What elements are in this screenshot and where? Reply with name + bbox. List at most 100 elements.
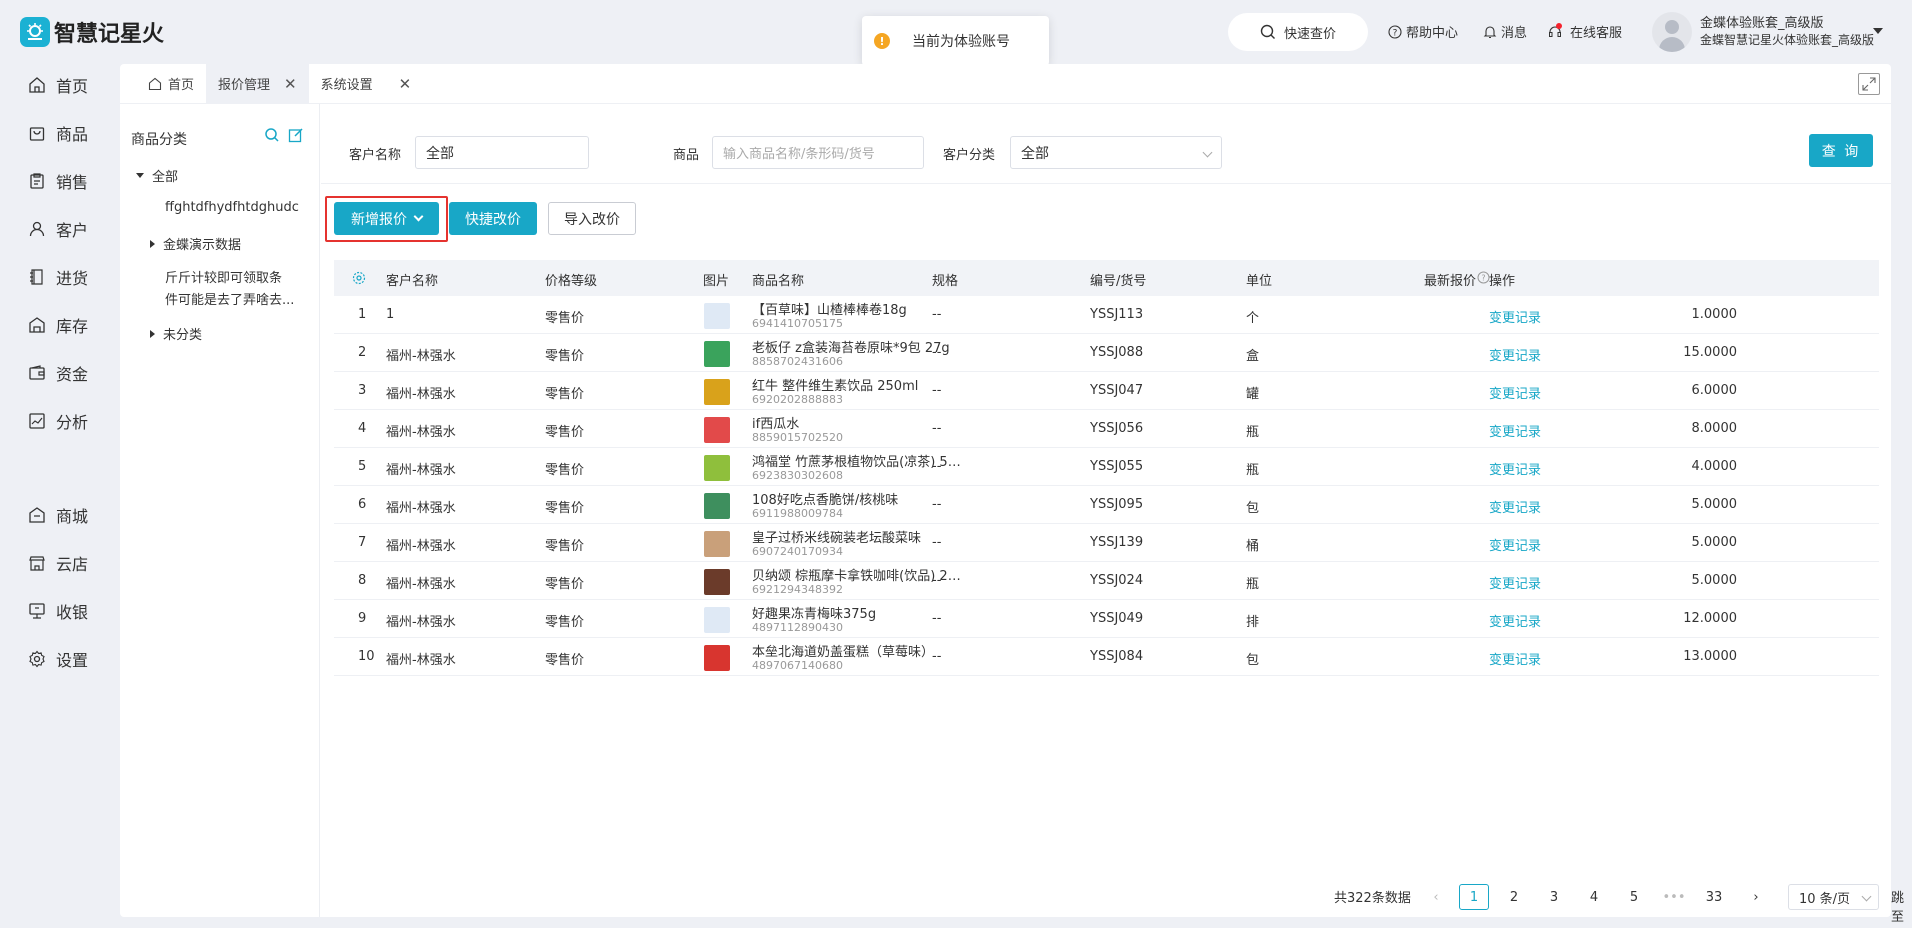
sidebar-item-purchase[interactable]: 进货 xyxy=(28,265,88,289)
sidebar-item-analysis[interactable]: 分析 xyxy=(28,409,88,433)
product-image[interactable] xyxy=(704,303,730,329)
tab-quote-management[interactable]: 报价管理 ✕ xyxy=(206,63,309,104)
change-log-link[interactable]: 变更记录 xyxy=(1489,497,1541,516)
sidebar-item-sales[interactable]: 销售 xyxy=(28,169,88,193)
tree-node[interactable]: 斤斤计较即可领取条 xyxy=(165,267,282,286)
page-5[interactable]: 5 xyxy=(1619,884,1649,910)
product-image[interactable] xyxy=(704,455,730,481)
sidebar-item-cloud-store[interactable]: 云店 xyxy=(28,551,88,575)
help-center-link[interactable]: ? 帮助中心 xyxy=(1388,22,1458,41)
product-image[interactable] xyxy=(704,341,730,367)
column-header: 最新报价 xyxy=(1424,274,1477,289)
tree-node[interactable]: 未分类 xyxy=(150,324,202,343)
product-image[interactable] xyxy=(704,417,730,443)
column-header: 编号/货号 xyxy=(1090,274,1147,289)
close-icon[interactable]: ✕ xyxy=(399,75,412,93)
category-panel: 商品分类 全部 ffghtdfhydfhtdghudc 金蝶演示数据 斤斤计较即… xyxy=(120,104,320,917)
product-image[interactable] xyxy=(704,493,730,519)
caret-right-icon xyxy=(150,239,155,248)
customer-select[interactable]: 全部 xyxy=(415,136,589,169)
customer-category-select[interactable]: 全部 xyxy=(1010,136,1222,169)
sidebar-item-home[interactable]: 首页 xyxy=(28,73,88,97)
change-log-link[interactable]: 变更记录 xyxy=(1489,649,1541,668)
product-image[interactable] xyxy=(704,379,730,405)
next-page-icon[interactable]: › xyxy=(1741,884,1771,910)
divider xyxy=(321,183,1891,184)
bell-icon xyxy=(1483,25,1497,38)
sidebar-item-products[interactable]: 商品 xyxy=(28,121,88,145)
page-last[interactable]: 33 xyxy=(1699,884,1729,910)
tree-node[interactable]: ffghtdfhydfhtdghudc xyxy=(165,200,299,215)
search-icon xyxy=(1260,24,1275,39)
tab-system-settings[interactable]: 系统设置 ✕ xyxy=(309,64,424,104)
page-ellipsis[interactable]: ••• xyxy=(1659,884,1689,910)
product-image[interactable] xyxy=(704,645,730,671)
product-code: YSSJ056 xyxy=(1090,421,1144,436)
tab-home[interactable]: 首页 xyxy=(136,64,206,104)
unit: 包 xyxy=(1246,501,1260,516)
quick-query-button[interactable]: 快速查价 xyxy=(1228,13,1368,51)
change-log-link[interactable]: 变更记录 xyxy=(1489,421,1541,440)
row-number: 2 xyxy=(358,345,367,360)
unit: 个 xyxy=(1246,311,1260,326)
column-header: 规格 xyxy=(932,274,959,289)
prev-page-icon[interactable]: ‹ xyxy=(1421,884,1451,910)
product-image[interactable] xyxy=(704,531,730,557)
messages-link[interactable]: 消息 xyxy=(1483,22,1527,41)
page-2[interactable]: 2 xyxy=(1499,884,1529,910)
change-log-link[interactable]: 变更记录 xyxy=(1489,383,1541,402)
add-quote-button[interactable]: 新增报价 xyxy=(334,202,439,235)
table-row: 5 福州-林强水 零售价 鸿福堂 竹蔗茅根植物饮品(凉茶) 500ml 69238303… xyxy=(334,448,1879,486)
unit: 瓶 xyxy=(1246,577,1260,592)
sidebar-item-settings[interactable]: 设置 xyxy=(28,647,88,671)
quick-edit-price-button[interactable]: 快捷改价 xyxy=(449,202,537,235)
page-size-select[interactable]: 10 条/页 xyxy=(1788,884,1879,910)
user-menu[interactable]: 金蝶体验账套_高级版 金蝶智慧记星火体验账套_高级版 xyxy=(1652,12,1874,52)
page-4[interactable]: 4 xyxy=(1579,884,1609,910)
import-price-button[interactable]: 导入改价 xyxy=(548,202,636,235)
tree-node-all[interactable]: 全部 xyxy=(136,166,178,185)
change-log-link[interactable]: 变更记录 xyxy=(1489,459,1541,478)
page-3[interactable]: 3 xyxy=(1539,884,1569,910)
sidebar-item-inventory[interactable]: 库存 xyxy=(28,313,88,337)
tree-node[interactable]: 件可能是去了弄啥去... xyxy=(165,289,294,308)
product-search-input[interactable]: 输入商品名称/条形码/货号 xyxy=(712,136,924,169)
change-log-link[interactable]: 变更记录 xyxy=(1489,573,1541,592)
change-log-link[interactable]: 变更记录 xyxy=(1489,611,1541,630)
tree-node[interactable]: 金蝶演示数据 xyxy=(150,234,241,253)
edit-icon[interactable] xyxy=(288,127,304,143)
customer-name: 福州-林强水 xyxy=(386,577,456,592)
product-code: YSSJ024 xyxy=(1090,573,1144,588)
settings-icon[interactable] xyxy=(352,271,366,285)
user-account: 金蝶智慧记星火体验账套_高级版 xyxy=(1700,33,1875,47)
change-log-link[interactable]: 变更记录 xyxy=(1489,345,1541,364)
caret-down-icon[interactable] xyxy=(1873,28,1883,34)
search-icon[interactable] xyxy=(264,127,280,143)
product-code: YSSJ047 xyxy=(1090,383,1144,398)
latest-price: 6.0000 xyxy=(1691,383,1738,398)
table-row: 3 福州-林强水 零售价 红牛 整件维生素饮品 250ml 6920202888883 -… xyxy=(334,372,1879,410)
page-1[interactable]: 1 xyxy=(1459,884,1489,910)
close-icon[interactable]: ✕ xyxy=(284,75,297,93)
table-row: 6 福州-林强水 零售价 108好吃点香脆饼/核桃味 6911988009784 -- YS… xyxy=(334,486,1879,524)
tree-node-label: 斤斤计较即可领取条 xyxy=(165,271,283,286)
online-support-link[interactable]: 在线客服 xyxy=(1548,22,1622,41)
page-size-value: 10 条/页 xyxy=(1799,891,1851,907)
table-row: 2 福州-林强水 零售价 老板仔 z盒装海苔卷原味*9包 27g 88587024316… xyxy=(334,334,1879,372)
product-image[interactable] xyxy=(704,569,730,595)
change-log-link[interactable]: 变更记录 xyxy=(1489,535,1541,554)
sidebar-item-mall[interactable]: 商城 xyxy=(28,503,88,527)
sidebar-item-funds[interactable]: 资金 xyxy=(28,361,88,385)
change-log-link[interactable]: 变更记录 xyxy=(1489,307,1541,326)
sidebar-item-customers[interactable]: 客户 xyxy=(28,217,88,241)
table-row: 4 福州-林强水 零售价 if西瓜水 8859015702520 -- YSSJ056 瓶 8.… xyxy=(334,410,1879,448)
app-logo[interactable]: 智慧记星火 xyxy=(20,16,164,48)
sidebar-item-label: 商城 xyxy=(56,507,89,526)
product-image[interactable] xyxy=(704,607,730,633)
query-button[interactable]: 查 询 xyxy=(1809,134,1873,167)
table-row: 8 福州-林强水 零售价 贝纳颂 棕瓶摩卡拿铁咖啡(饮品) 280ml 69212943… xyxy=(334,562,1879,600)
row-number: 10 xyxy=(358,649,375,664)
sidebar-item-cashier[interactable]: 收银 xyxy=(28,599,88,623)
fullscreen-icon[interactable] xyxy=(1858,73,1880,95)
main-panel: 首页 报价管理 ✕ 系统设置 ✕ 商品分类 全部 ffghtdfhydfhtdg… xyxy=(120,63,1904,925)
